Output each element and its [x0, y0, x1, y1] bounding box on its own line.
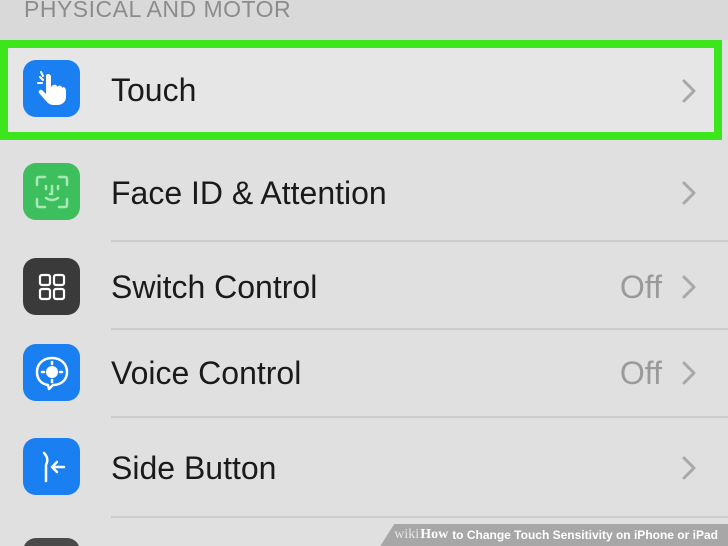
row-label-switch-control: Switch Control	[111, 269, 318, 305]
row-label-face-id: Face ID & Attention	[111, 175, 387, 211]
wikihow-watermark: wiki How to Change Touch Sensitivity on iP…	[380, 524, 728, 546]
chevron-right-icon	[682, 456, 696, 480]
row-value-switch-control: Off	[619, 269, 662, 305]
chevron-right-icon	[682, 275, 696, 299]
section-header: PHYSICAL AND MOTOR	[24, 0, 292, 22]
row-label-touch: Touch	[111, 72, 197, 108]
chevron-right-icon	[682, 79, 696, 103]
row-label-side-button: Side Button	[111, 450, 277, 486]
watermark-title: to Change Touch Sensitivity on iPhone or…	[452, 528, 718, 542]
watermark-wiki: wiki	[394, 527, 420, 542]
chevron-right-icon	[682, 361, 696, 385]
hand-touch-icon	[23, 60, 80, 117]
settings-row-face-id[interactable]: Face ID & Attention	[0, 148, 728, 242]
settings-row-switch-control[interactable]: Switch Control Off	[0, 242, 728, 330]
face-id-icon	[23, 163, 80, 220]
settings-row-side-button[interactable]: Side Button	[0, 418, 728, 518]
row-label-voice-control: Voice Control	[111, 355, 302, 391]
settings-row-voice-control[interactable]: Voice Control Off	[0, 330, 728, 418]
switch-control-icon	[23, 258, 80, 315]
side-button-icon	[23, 438, 80, 495]
next-row-icon	[23, 538, 80, 546]
row-divider	[111, 516, 728, 518]
watermark-how: How	[420, 527, 449, 542]
voice-control-icon	[23, 344, 80, 401]
chevron-right-icon	[682, 181, 696, 205]
accessibility-screen: PHYSICAL AND MOTOR Touch Face ID & Atten…	[0, 0, 728, 546]
settings-row-touch[interactable]: Touch	[0, 48, 728, 132]
row-value-voice-control: Off	[619, 355, 662, 391]
